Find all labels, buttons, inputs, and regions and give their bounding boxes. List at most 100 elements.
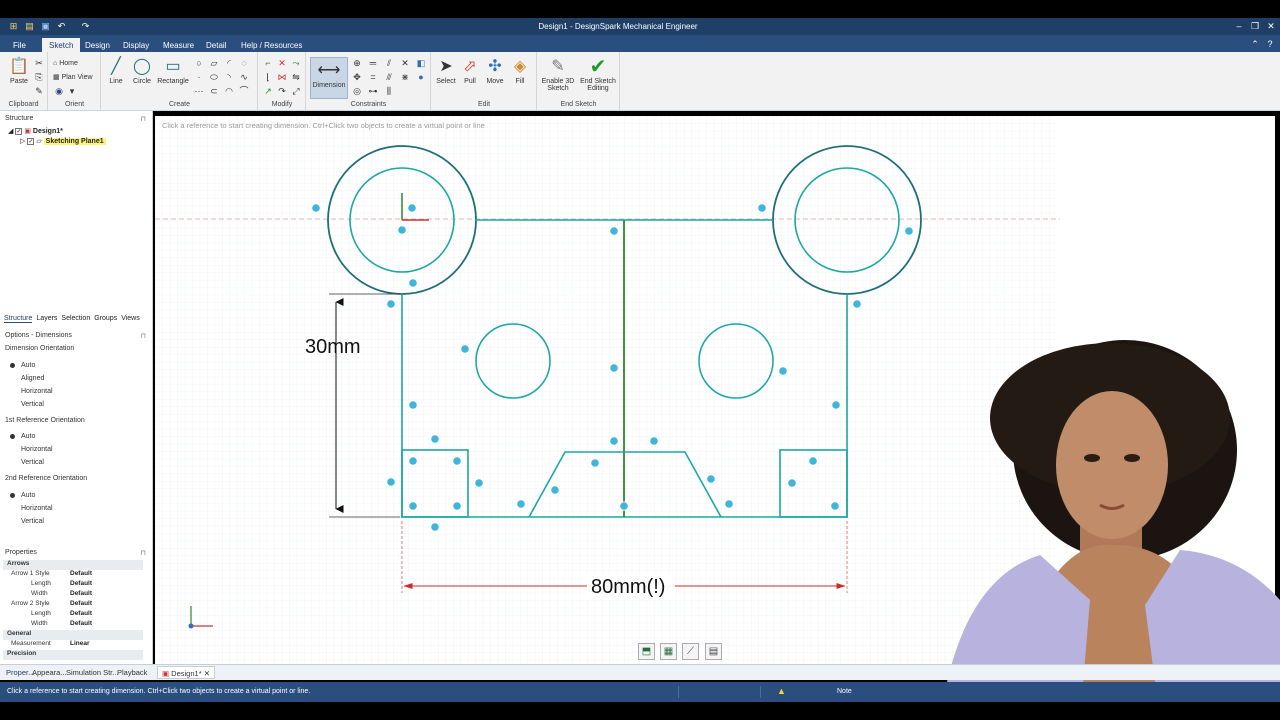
constraint-marker-icon[interactable] <box>397 225 407 235</box>
paste-button[interactable]: 📋 Paste <box>6 58 32 85</box>
property-section[interactable]: Arrows <box>3 560 143 570</box>
radio-auto[interactable]: Auto <box>10 433 35 440</box>
constraint-marker-icon[interactable] <box>452 501 462 511</box>
circle-button[interactable]: ◯ Circle <box>130 58 154 85</box>
fix-icon[interactable]: ✥ <box>352 72 362 82</box>
mini-toolbar-grid-icon[interactable]: ▦ <box>660 643 677 660</box>
mini-toolbar-sketch-icon[interactable]: ⬒ <box>638 643 655 660</box>
tab-views[interactable]: Views <box>121 315 140 322</box>
mini-toolbar-select-icon[interactable]: ▤ <box>705 643 722 660</box>
tree-item-design1[interactable]: ◢ ✓ ▣ Design1* <box>8 127 63 135</box>
move-button[interactable]: ✣ Move <box>484 58 506 85</box>
radio-vertical[interactable]: Vertical <box>10 459 44 466</box>
document-tab[interactable]: ▣ Design1* ✕ <box>157 666 215 679</box>
property-value[interactable]: Default <box>70 580 92 587</box>
vertical-icon[interactable]: ⫼ <box>384 86 394 96</box>
constraint-toggle-icon[interactable]: ◧ <box>416 58 426 68</box>
face-curve-icon[interactable]: ⌒ <box>239 86 249 96</box>
midpoint-icon[interactable]: ⊶ <box>368 86 378 96</box>
radio-vertical[interactable]: Vertical <box>10 401 44 408</box>
radio-horizontal[interactable]: Horizontal <box>10 446 53 453</box>
copy-icon[interactable]: ⎘ <box>34 72 44 82</box>
three-point-arc-icon[interactable]: ◠ <box>224 86 234 96</box>
constraint-marker-icon[interactable] <box>590 458 600 468</box>
property-value[interactable]: Default <box>70 620 92 627</box>
split-icon[interactable]: ⋈ <box>277 72 287 82</box>
tab-file[interactable]: File <box>6 38 33 52</box>
property-row[interactable]: Arrow 2 Style Default <box>3 600 143 610</box>
constraint-marker-icon[interactable] <box>460 344 470 354</box>
mini-toolbar-plane-icon[interactable]: ⟋ <box>682 643 699 660</box>
polygon-icon[interactable]: ▱ <box>209 58 219 68</box>
extend-icon[interactable]: ↗ <box>263 86 273 96</box>
concentric-icon[interactable]: ◎ <box>352 86 362 96</box>
equal-icon[interactable]: = <box>368 72 378 82</box>
tab-properties[interactable]: Proper... <box>6 668 34 677</box>
tab-playback[interactable]: Playback <box>117 668 147 677</box>
expand-icon[interactable]: ◢ <box>8 128 15 135</box>
constraint-marker-icon[interactable] <box>452 456 462 466</box>
home-button[interactable]: ⌂ Home <box>53 60 99 67</box>
constraint-marker-icon[interactable] <box>757 203 767 213</box>
line-button[interactable]: ╱ Line <box>105 58 127 85</box>
status-note[interactable]: Note <box>837 688 852 695</box>
pin-icon[interactable]: ⊓ <box>141 332 146 340</box>
radio-auto[interactable]: Auto <box>10 492 35 499</box>
symmetric-icon[interactable]: ⋇ <box>400 72 410 82</box>
construction-line-icon[interactable]: ⋯ <box>194 86 204 96</box>
constraint-marker-icon[interactable] <box>311 203 321 213</box>
collapse-ribbon-icon[interactable]: ⌃ <box>1248 38 1262 51</box>
help-icon[interactable]: ? <box>1263 38 1277 51</box>
tangent-icon[interactable]: ⫻ <box>384 72 394 82</box>
bend-icon[interactable]: ↷ <box>277 86 287 96</box>
constraint-marker-icon[interactable] <box>852 299 862 309</box>
fill-button[interactable]: ◈ Fill <box>509 58 531 85</box>
tab-simulation-structure[interactable]: Simulation Str... <box>66 668 119 677</box>
checkbox-icon[interactable]: ✓ <box>15 127 23 135</box>
cut-icon[interactable]: ✂ <box>34 58 44 68</box>
radio-auto[interactable]: Auto <box>10 362 35 369</box>
warning-icon[interactable]: ▲ <box>777 686 786 696</box>
constraint-marker-icon[interactable] <box>386 477 396 487</box>
restore-icon[interactable]: ❐ <box>1248 20 1262 33</box>
close-tab-icon[interactable]: ✕ <box>202 669 210 678</box>
property-value[interactable]: Default <box>70 590 92 597</box>
slot-icon[interactable]: ⊂ <box>209 86 219 96</box>
pin-icon[interactable]: ⊓ <box>141 549 146 557</box>
plan-view-button[interactable]: ▦ Plan View <box>53 73 99 81</box>
property-row[interactable]: Measurement Linear <box>3 640 143 650</box>
constraint-marker-icon[interactable] <box>609 436 619 446</box>
constraint-marker-icon[interactable] <box>550 485 560 495</box>
checkbox-icon[interactable]: ✓ <box>27 137 35 145</box>
tab-sketch[interactable]: Sketch <box>42 38 81 52</box>
tab-detail[interactable]: Detail <box>199 38 233 52</box>
pin-icon[interactable]: ⊓ <box>141 115 146 123</box>
pull-button[interactable]: ⬀ Pull <box>459 58 481 85</box>
property-section[interactable]: Precision <box>3 650 143 660</box>
constraint-marker-icon[interactable] <box>609 363 619 373</box>
constraint-marker-icon[interactable] <box>706 474 716 484</box>
tab-groups[interactable]: Groups <box>94 315 117 322</box>
property-value[interactable]: Linear <box>70 640 90 647</box>
property-row[interactable]: Width Default <box>3 620 143 630</box>
constraint-marker-icon[interactable] <box>516 499 526 509</box>
end-sketch-editing-button[interactable]: ✔ End Sketch Editing <box>578 57 618 92</box>
constraint-marker-icon[interactable] <box>830 501 840 511</box>
property-row[interactable]: Length Default <box>3 610 143 620</box>
constraint-marker-icon[interactable] <box>808 456 818 466</box>
property-row[interactable]: Length Default <box>3 580 143 590</box>
property-row[interactable]: Arrow 1 Style Default <box>3 570 143 580</box>
ellipse-icon[interactable]: ⬭ <box>209 72 219 82</box>
constraint-marker-icon[interactable] <box>649 436 659 446</box>
property-value[interactable]: Default <box>70 600 92 607</box>
view-options-icon[interactable]: ▾ <box>67 86 77 96</box>
sweep-arc-icon[interactable]: ◝ <box>224 72 234 82</box>
constraint-marker-icon[interactable] <box>408 400 418 410</box>
constraint-marker-icon[interactable] <box>831 400 841 410</box>
horizontal-icon[interactable]: ═ <box>368 58 378 68</box>
trim-icon[interactable]: ⌐ <box>263 58 273 68</box>
point-icon[interactable]: · <box>194 72 204 82</box>
constraint-marker-icon[interactable] <box>430 434 440 444</box>
radio-horizontal[interactable]: Horizontal <box>10 388 53 395</box>
constraint-marker-icon[interactable] <box>474 478 484 488</box>
